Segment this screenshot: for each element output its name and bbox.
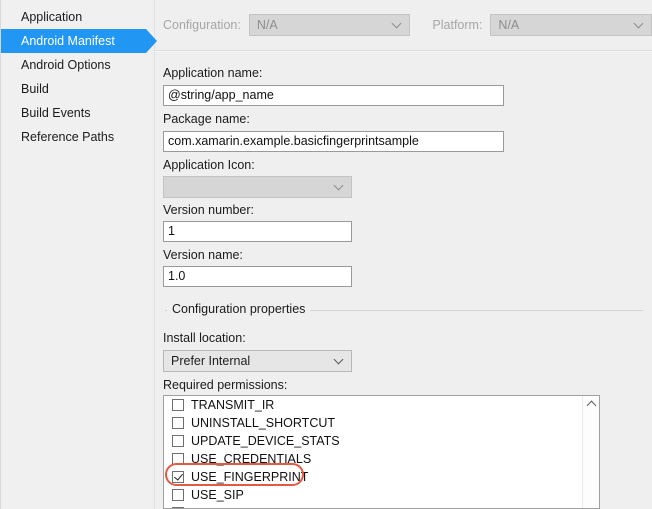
sidebar-item-label: Android Manifest [21,34,115,48]
sidebar-item-label: Application [21,10,83,24]
application-icon-dropdown[interactable] [163,176,352,198]
permission-checkbox[interactable] [172,435,184,447]
sidebar-item-label: Build [21,82,49,96]
permission-row-use-fingerprint[interactable]: USE_FINGERPRINT [164,468,599,486]
configuration-properties-group-title: Configuration properties [167,302,311,316]
permission-row-use-sip[interactable]: USE_SIP [164,486,599,504]
permission-row-use-credentials[interactable]: USE_CREDENTIALS [164,450,599,468]
version-number-label: Version number: [163,203,255,217]
manifest-settings-panel: Configuration: N/A Platform: N/A Applica… [155,0,652,509]
sidebar-item-build-events[interactable]: Build Events [1,101,154,125]
permission-row-uninstall-shortcut[interactable]: UNINSTALL_SHORTCUT [164,414,599,432]
platform-value: N/A [498,18,520,32]
permission-checkbox[interactable] [172,417,184,429]
configuration-value: N/A [256,18,278,32]
permission-checkbox[interactable] [172,399,184,411]
sidebar-item-label: Android Options [21,58,111,72]
platform-dropdown[interactable]: N/A [490,14,652,36]
application-icon-label: Application Icon: [163,158,255,172]
required-permissions-listbox[interactable]: TRANSMIT_IR UNINSTALL_SHORTCUT UPDATE_DE… [163,395,600,509]
project-properties-window: Application Android Manifest Android Opt… [0,0,652,509]
permission-row-transmit-ir[interactable]: TRANSMIT_IR [164,396,599,414]
sidebar-item-application[interactable]: Application [1,5,154,29]
sidebar-item-android-options[interactable]: Android Options [1,53,154,77]
chevron-up-icon [586,400,596,410]
permission-label: USE_SIP [191,488,244,502]
configuration-label: Configuration: [163,18,241,32]
chevron-down-icon [335,356,343,364]
package-name-label: Package name: [163,112,250,126]
application-name-input[interactable]: @string/app_name [163,85,504,106]
permission-label: UPDATE_DEVICE_STATS [191,434,340,448]
permission-checkbox[interactable] [172,471,184,483]
permission-label: VIBRATE [191,504,244,508]
install-location-value: Prefer Internal [171,354,251,368]
permission-label: USE_CREDENTIALS [191,452,312,466]
scroll-up-button[interactable] [583,396,599,412]
sidebar-item-build[interactable]: Build [1,77,154,101]
permissions-scrollbar[interactable] [582,396,599,508]
sidebar-item-label: Build Events [21,106,91,120]
sidebar-item-label: Reference Paths [21,130,115,144]
install-location-label: Install location: [163,331,246,345]
permission-label: TRANSMIT_IR [191,398,275,412]
chevron-down-icon [335,182,343,190]
toolbar-divider [156,50,652,52]
version-number-input[interactable]: 1 [163,221,352,242]
permission-row-vibrate[interactable]: VIBRATE [164,504,599,508]
application-name-label: Application name: [163,66,263,80]
permission-checkbox[interactable] [172,453,184,465]
properties-sidebar: Application Android Manifest Android Opt… [0,0,157,509]
package-name-input[interactable]: com.xamarin.example.basicfingerprintsamp… [163,131,504,152]
sidebar-item-reference-paths[interactable]: Reference Paths [1,125,154,149]
permission-checkbox[interactable] [172,489,184,501]
configuration-dropdown[interactable]: N/A [248,14,411,36]
platform-label: Platform: [432,18,483,32]
permission-label: UNINSTALL_SHORTCUT [191,416,336,430]
chevron-down-icon [635,20,643,28]
version-name-label: Version name: [163,248,243,262]
sidebar-item-android-manifest[interactable]: Android Manifest [1,29,157,53]
install-location-dropdown[interactable]: Prefer Internal [163,350,352,372]
permission-label: USE_FINGERPRINT [191,470,309,484]
configuration-toolbar: Configuration: N/A Platform: N/A [163,14,652,36]
permission-row-update-device-stats[interactable]: UPDATE_DEVICE_STATS [164,432,599,450]
required-permissions-label: Required permissions: [163,378,288,392]
chevron-down-icon [393,20,401,28]
version-name-input[interactable]: 1.0 [163,266,352,287]
